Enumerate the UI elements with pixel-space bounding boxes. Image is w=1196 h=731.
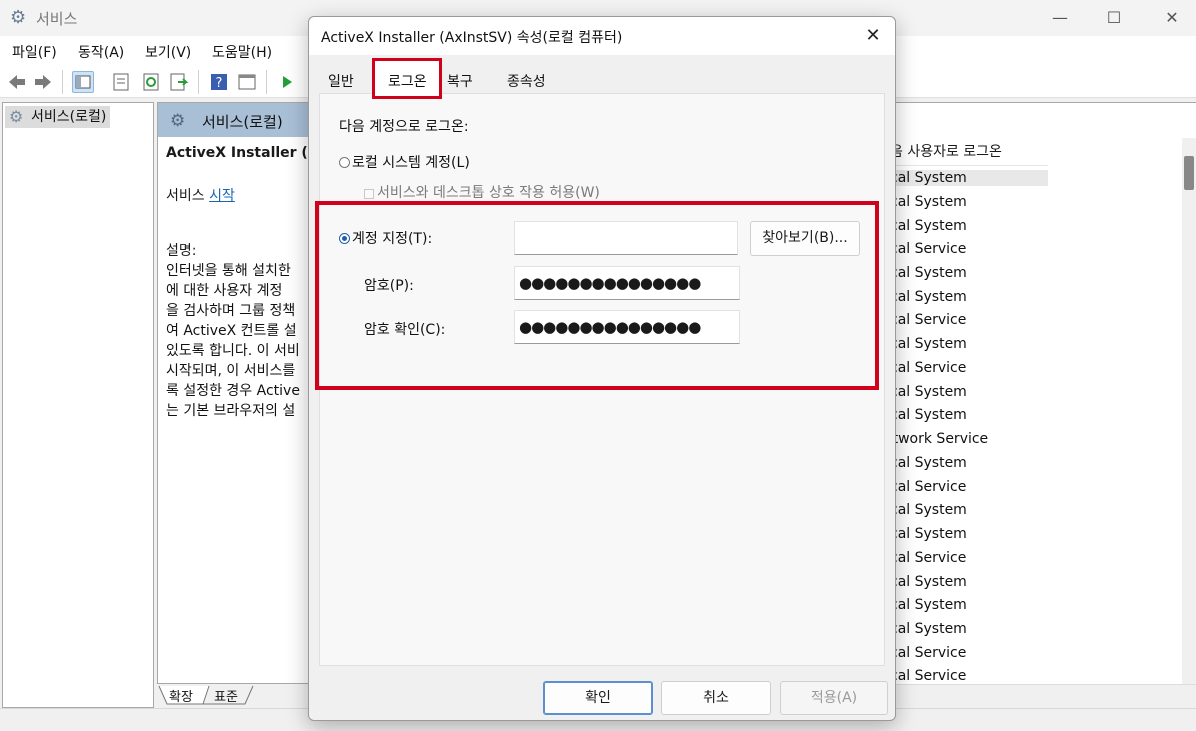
description-line: 인터넷을 통해 설치한 bbox=[166, 263, 291, 279]
tab-logon[interactable]: 로그온 bbox=[372, 58, 442, 99]
logon-cell[interactable]: cal System bbox=[890, 170, 1048, 186]
start-prefix: 서비스 bbox=[166, 188, 210, 204]
tab-recovery[interactable]: 복구 bbox=[447, 71, 473, 91]
column-header-logon-as[interactable]: 음 사용자로 로그온 bbox=[878, 138, 1048, 166]
gear-icon: ⚙ bbox=[9, 107, 24, 126]
view-icon[interactable] bbox=[236, 71, 258, 93]
details-header: ⚙ 서비스(로컬) bbox=[158, 103, 318, 137]
close-window-button[interactable]: ✕ bbox=[1152, 6, 1192, 30]
logon-cell[interactable]: cal System bbox=[890, 621, 967, 637]
description-line: 시작되며, 이 서비스를 bbox=[166, 363, 296, 379]
service-properties-dialog: ActiveX Installer (AxInstSV) 속성(로컬 컴퓨터) … bbox=[308, 16, 896, 721]
logon-cell[interactable]: cal System bbox=[890, 574, 967, 590]
description-line: 있도록 합니다. 이 서비 bbox=[166, 343, 300, 359]
logon-cell[interactable]: cal Service bbox=[890, 550, 966, 566]
logon-cell[interactable]: cal Service bbox=[890, 668, 966, 684]
tree-item-label: 서비스(로컬) bbox=[31, 109, 107, 125]
apply-button[interactable]: 적용(A) bbox=[780, 681, 888, 715]
forward-icon[interactable] bbox=[32, 71, 54, 93]
logon-as-label: 다음 계정으로 로그온: bbox=[339, 119, 469, 135]
description-line: 는 기본 브라우저의 설 bbox=[166, 403, 296, 419]
logon-cell[interactable]: cal System bbox=[890, 218, 967, 234]
logon-cell[interactable]: cal Service bbox=[890, 479, 966, 495]
play-icon[interactable] bbox=[276, 71, 298, 93]
dialog-title: ActiveX Installer (AxInstSV) 속성(로컬 컴퓨터) bbox=[321, 30, 623, 46]
logon-cell[interactable]: cal System bbox=[890, 597, 967, 613]
properties-icon[interactable] bbox=[110, 71, 132, 93]
description-line: 에 대한 사용자 계정 bbox=[166, 283, 283, 299]
refresh-icon[interactable] bbox=[140, 71, 162, 93]
allow-desktop-label[interactable]: 서비스와 데스크톱 상호 작용 허용(W) bbox=[377, 182, 600, 202]
scrollbar-thumb[interactable] bbox=[1184, 156, 1194, 190]
logon-cell[interactable]: cal Service bbox=[890, 312, 966, 328]
local-system-label[interactable]: 로컬 시스템 계정(L) bbox=[352, 152, 470, 172]
logon-cell[interactable]: cal System bbox=[890, 194, 967, 210]
service-details-pane: ⚙ 서비스(로컬) ActiveX Installer (Ax 서비스 시작 설… bbox=[157, 102, 328, 684]
menu-help[interactable]: 도움말(H) bbox=[212, 42, 272, 62]
checkbox-allow-desktop[interactable] bbox=[364, 189, 374, 199]
logon-cell[interactable]: etwork Service bbox=[884, 431, 988, 447]
start-service-link[interactable]: 시작 bbox=[209, 188, 235, 204]
view-tabs: 확장 표준 bbox=[157, 684, 317, 708]
logon-cell[interactable]: cal Service bbox=[890, 360, 966, 376]
description-line: 여 ActiveX 컨트롤 설 bbox=[166, 323, 297, 339]
gear-icon: ⚙ bbox=[10, 7, 27, 28]
tab-logon-label: 로그온 bbox=[388, 74, 427, 90]
svg-text:?: ? bbox=[216, 76, 223, 91]
menu-view[interactable]: 보기(V) bbox=[145, 42, 191, 62]
toolbar-separator bbox=[62, 70, 63, 94]
console-tree-pane: ⚙ 서비스(로컬) bbox=[2, 102, 154, 708]
radio-local-system[interactable] bbox=[339, 157, 350, 168]
cancel-button[interactable]: 취소 bbox=[661, 681, 771, 715]
logon-cell[interactable]: cal System bbox=[890, 502, 967, 518]
logon-cell[interactable]: cal Service bbox=[890, 241, 966, 257]
logon-cell[interactable]: cal System bbox=[890, 336, 967, 352]
tree-item-services-local[interactable]: ⚙ 서비스(로컬) bbox=[5, 106, 111, 128]
tab-general[interactable]: 일반 bbox=[328, 71, 354, 91]
logon-cell[interactable]: cal Service bbox=[890, 645, 966, 661]
minimize-button[interactable]: — bbox=[1040, 6, 1080, 30]
back-icon[interactable] bbox=[6, 71, 28, 93]
vertical-scrollbar[interactable] bbox=[1182, 138, 1196, 684]
menu-file[interactable]: 파일(F) bbox=[12, 42, 57, 62]
console-tree-icon[interactable] bbox=[72, 71, 94, 93]
tab-dependencies[interactable]: 종속성 bbox=[507, 71, 546, 91]
maximize-button[interactable]: ☐ bbox=[1094, 6, 1134, 30]
tab-extended[interactable]: 확장 bbox=[169, 686, 193, 705]
export-icon[interactable] bbox=[168, 71, 190, 93]
description-label: 설명: bbox=[166, 243, 197, 259]
toolbar-separator bbox=[198, 70, 199, 94]
dialog-close-button[interactable]: ✕ bbox=[857, 23, 889, 49]
toolbar-separator bbox=[266, 70, 267, 94]
highlight-account-section bbox=[315, 201, 879, 390]
logon-cell[interactable]: cal System bbox=[890, 289, 967, 305]
logon-cell[interactable]: cal System bbox=[890, 526, 967, 542]
window-title: 서비스 bbox=[36, 10, 78, 28]
logon-cell[interactable]: cal System bbox=[890, 265, 967, 281]
logon-cell[interactable]: cal System bbox=[890, 384, 967, 400]
help-icon[interactable]: ? bbox=[208, 71, 230, 93]
logon-cell[interactable]: cal System bbox=[890, 455, 967, 471]
logon-cell[interactable]: cal System bbox=[890, 407, 967, 423]
details-header-title: 서비스(로컬) bbox=[202, 113, 283, 131]
search-gear-icon: ⚙ bbox=[170, 111, 186, 131]
dialog-titlebar: ActiveX Installer (AxInstSV) 속성(로컬 컴퓨터) … bbox=[309, 17, 895, 55]
description-line: 록 설정한 경우 Active bbox=[166, 383, 300, 399]
ok-button[interactable]: 확인 bbox=[543, 681, 653, 715]
service-name: ActiveX Installer (Ax bbox=[166, 145, 328, 161]
tab-standard[interactable]: 표준 bbox=[214, 686, 238, 705]
description-line: 을 검사하며 그룹 정책 bbox=[166, 303, 296, 319]
service-start-line: 서비스 시작 bbox=[166, 185, 235, 205]
menu-action[interactable]: 동작(A) bbox=[78, 42, 124, 62]
